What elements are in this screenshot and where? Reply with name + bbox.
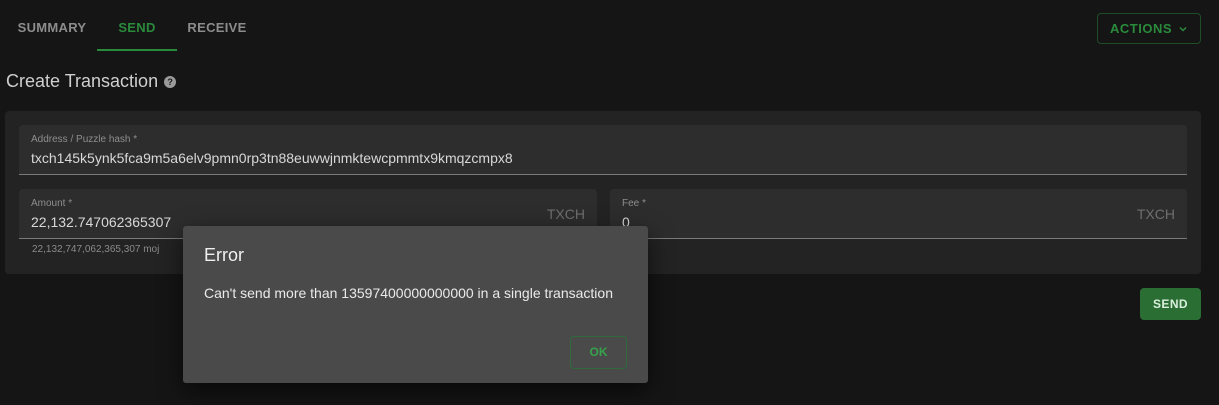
error-dialog: Error Can't send more than 1359740000000… [183, 226, 648, 383]
chevron-down-icon [1179, 26, 1187, 32]
page-title: Create Transaction ? [6, 71, 177, 92]
fee-field[interactable]: Fee * 0 TXCH [610, 189, 1187, 239]
amount-input[interactable]: 22,132.747062365307 [31, 214, 171, 230]
address-label: Address / Puzzle hash * [31, 134, 138, 145]
tab-summary[interactable]: SUMMARY [0, 0, 104, 52]
amount-mojo-helper: 22,132,747,062,365,307 moj [32, 244, 160, 255]
actions-button[interactable]: ACTIONS [1097, 13, 1201, 44]
amount-label: Amount * [31, 198, 73, 209]
tab-receive[interactable]: RECEIVE [177, 0, 257, 52]
wallet-tabs: SUMMARY SEND RECEIVE [0, 0, 600, 52]
send-button[interactable]: SEND [1140, 288, 1201, 320]
fee-label: Fee * [622, 198, 646, 209]
actions-label: ACTIONS [1110, 21, 1172, 36]
address-input[interactable]: txch145k5ynk5fca9m5a6elv9pmn0rp3tn88euww… [31, 150, 513, 166]
fee-unit: TXCH [1136, 206, 1175, 222]
page-title-text: Create Transaction [6, 71, 159, 91]
active-tab-indicator [97, 49, 177, 51]
address-field[interactable]: Address / Puzzle hash * txch145k5ynk5fca… [19, 125, 1187, 175]
help-icon[interactable]: ? [164, 75, 177, 88]
dialog-message: Can't send more than 13597400000000000 i… [204, 285, 613, 301]
dialog-title: Error [204, 245, 244, 265]
ok-button[interactable]: OK [570, 336, 627, 369]
amount-unit: TXCH [546, 206, 585, 222]
tab-send[interactable]: SEND [97, 0, 177, 52]
